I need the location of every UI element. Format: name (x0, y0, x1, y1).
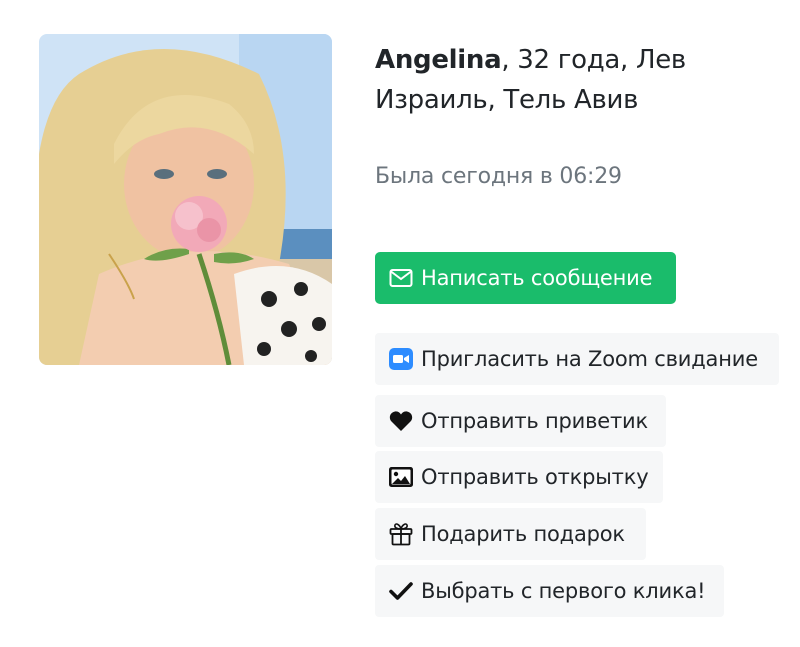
write-message-label: Написать сообщение (421, 266, 653, 290)
write-message-button[interactable]: Написать сообщение (375, 252, 676, 304)
profile-age-sign: , 32 года, Лев (501, 45, 686, 75)
send-greeting-label: Отправить приветик (421, 409, 648, 433)
zoom-invite-label: Пригласить на Zoom свидание (421, 347, 758, 371)
send-greeting-button[interactable]: Отправить приветик (375, 395, 666, 447)
checkmark-icon (389, 578, 415, 604)
send-postcard-label: Отправить открытку (421, 465, 649, 489)
gift-icon (389, 521, 415, 547)
last-seen-status: Была сегодня в 06:29 (375, 164, 622, 189)
send-gift-button[interactable]: Подарить подарок (375, 508, 646, 560)
heart-icon (389, 408, 415, 434)
zoom-invite-button[interactable]: Пригласить на Zoom свидание (375, 333, 779, 385)
first-click-button[interactable]: Выбрать с первого клика! (375, 565, 724, 617)
send-postcard-button[interactable]: Отправить открытку (375, 451, 663, 503)
profile-headline: Angelina, 32 года, Лев (375, 40, 795, 80)
image-icon (389, 464, 415, 490)
first-click-label: Выбрать с первого клика! (421, 579, 706, 603)
profile-location: Израиль, Тель Авив (375, 85, 639, 115)
send-gift-label: Подарить подарок (421, 522, 625, 546)
profile-info: Angelina, 32 года, Лев Израиль, Тель Ави… (375, 40, 795, 120)
profile-photo[interactable] (39, 34, 332, 365)
envelope-icon (389, 265, 415, 291)
profile-name[interactable]: Angelina (375, 45, 502, 75)
zoom-camera-icon (389, 346, 415, 372)
